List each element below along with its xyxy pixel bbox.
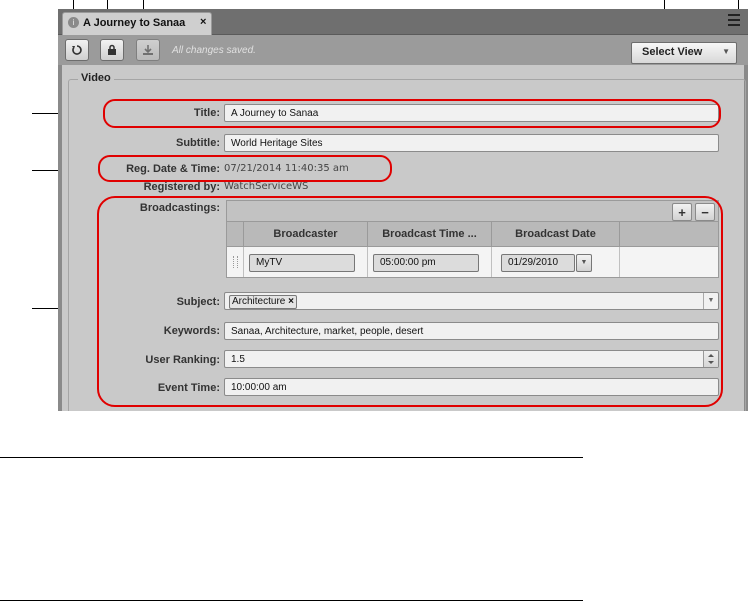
refresh-icon [72, 45, 82, 55]
tab-bar: i A Journey to Sanaa × [58, 9, 748, 35]
refresh-button[interactable] [65, 39, 89, 61]
registered-by-value: WatchServiceWS [224, 181, 309, 192]
video-group-label: Video [78, 72, 114, 84]
download-icon [143, 45, 153, 55]
tab-close-button[interactable]: × [200, 16, 206, 28]
divider-top [0, 457, 583, 458]
tab-document[interactable]: i A Journey to Sanaa × [62, 12, 212, 35]
select-view-label: Select View [642, 46, 703, 58]
highlight-title [103, 99, 721, 128]
registered-by-label: Registered by: [143, 181, 220, 193]
menu-icon[interactable] [728, 14, 740, 28]
highlight-reg-date [98, 155, 392, 182]
select-view-dropdown[interactable]: Select View ▼ [631, 42, 737, 64]
subtitle-field[interactable]: World Heritage Sites [224, 134, 719, 152]
save-button[interactable] [136, 39, 160, 61]
lock-button[interactable] [100, 39, 124, 61]
subtitle-label: Subtitle: [176, 137, 220, 149]
tab-title: A Journey to Sanaa [83, 17, 186, 29]
divider-bottom [0, 600, 583, 601]
highlight-fields [97, 196, 723, 407]
info-icon: i [68, 17, 79, 28]
chevron-down-icon: ▼ [722, 47, 730, 56]
save-status: All changes saved. [172, 45, 256, 56]
lock-icon [108, 44, 116, 55]
toolbar: All changes saved. Select View ▼ [58, 35, 748, 65]
